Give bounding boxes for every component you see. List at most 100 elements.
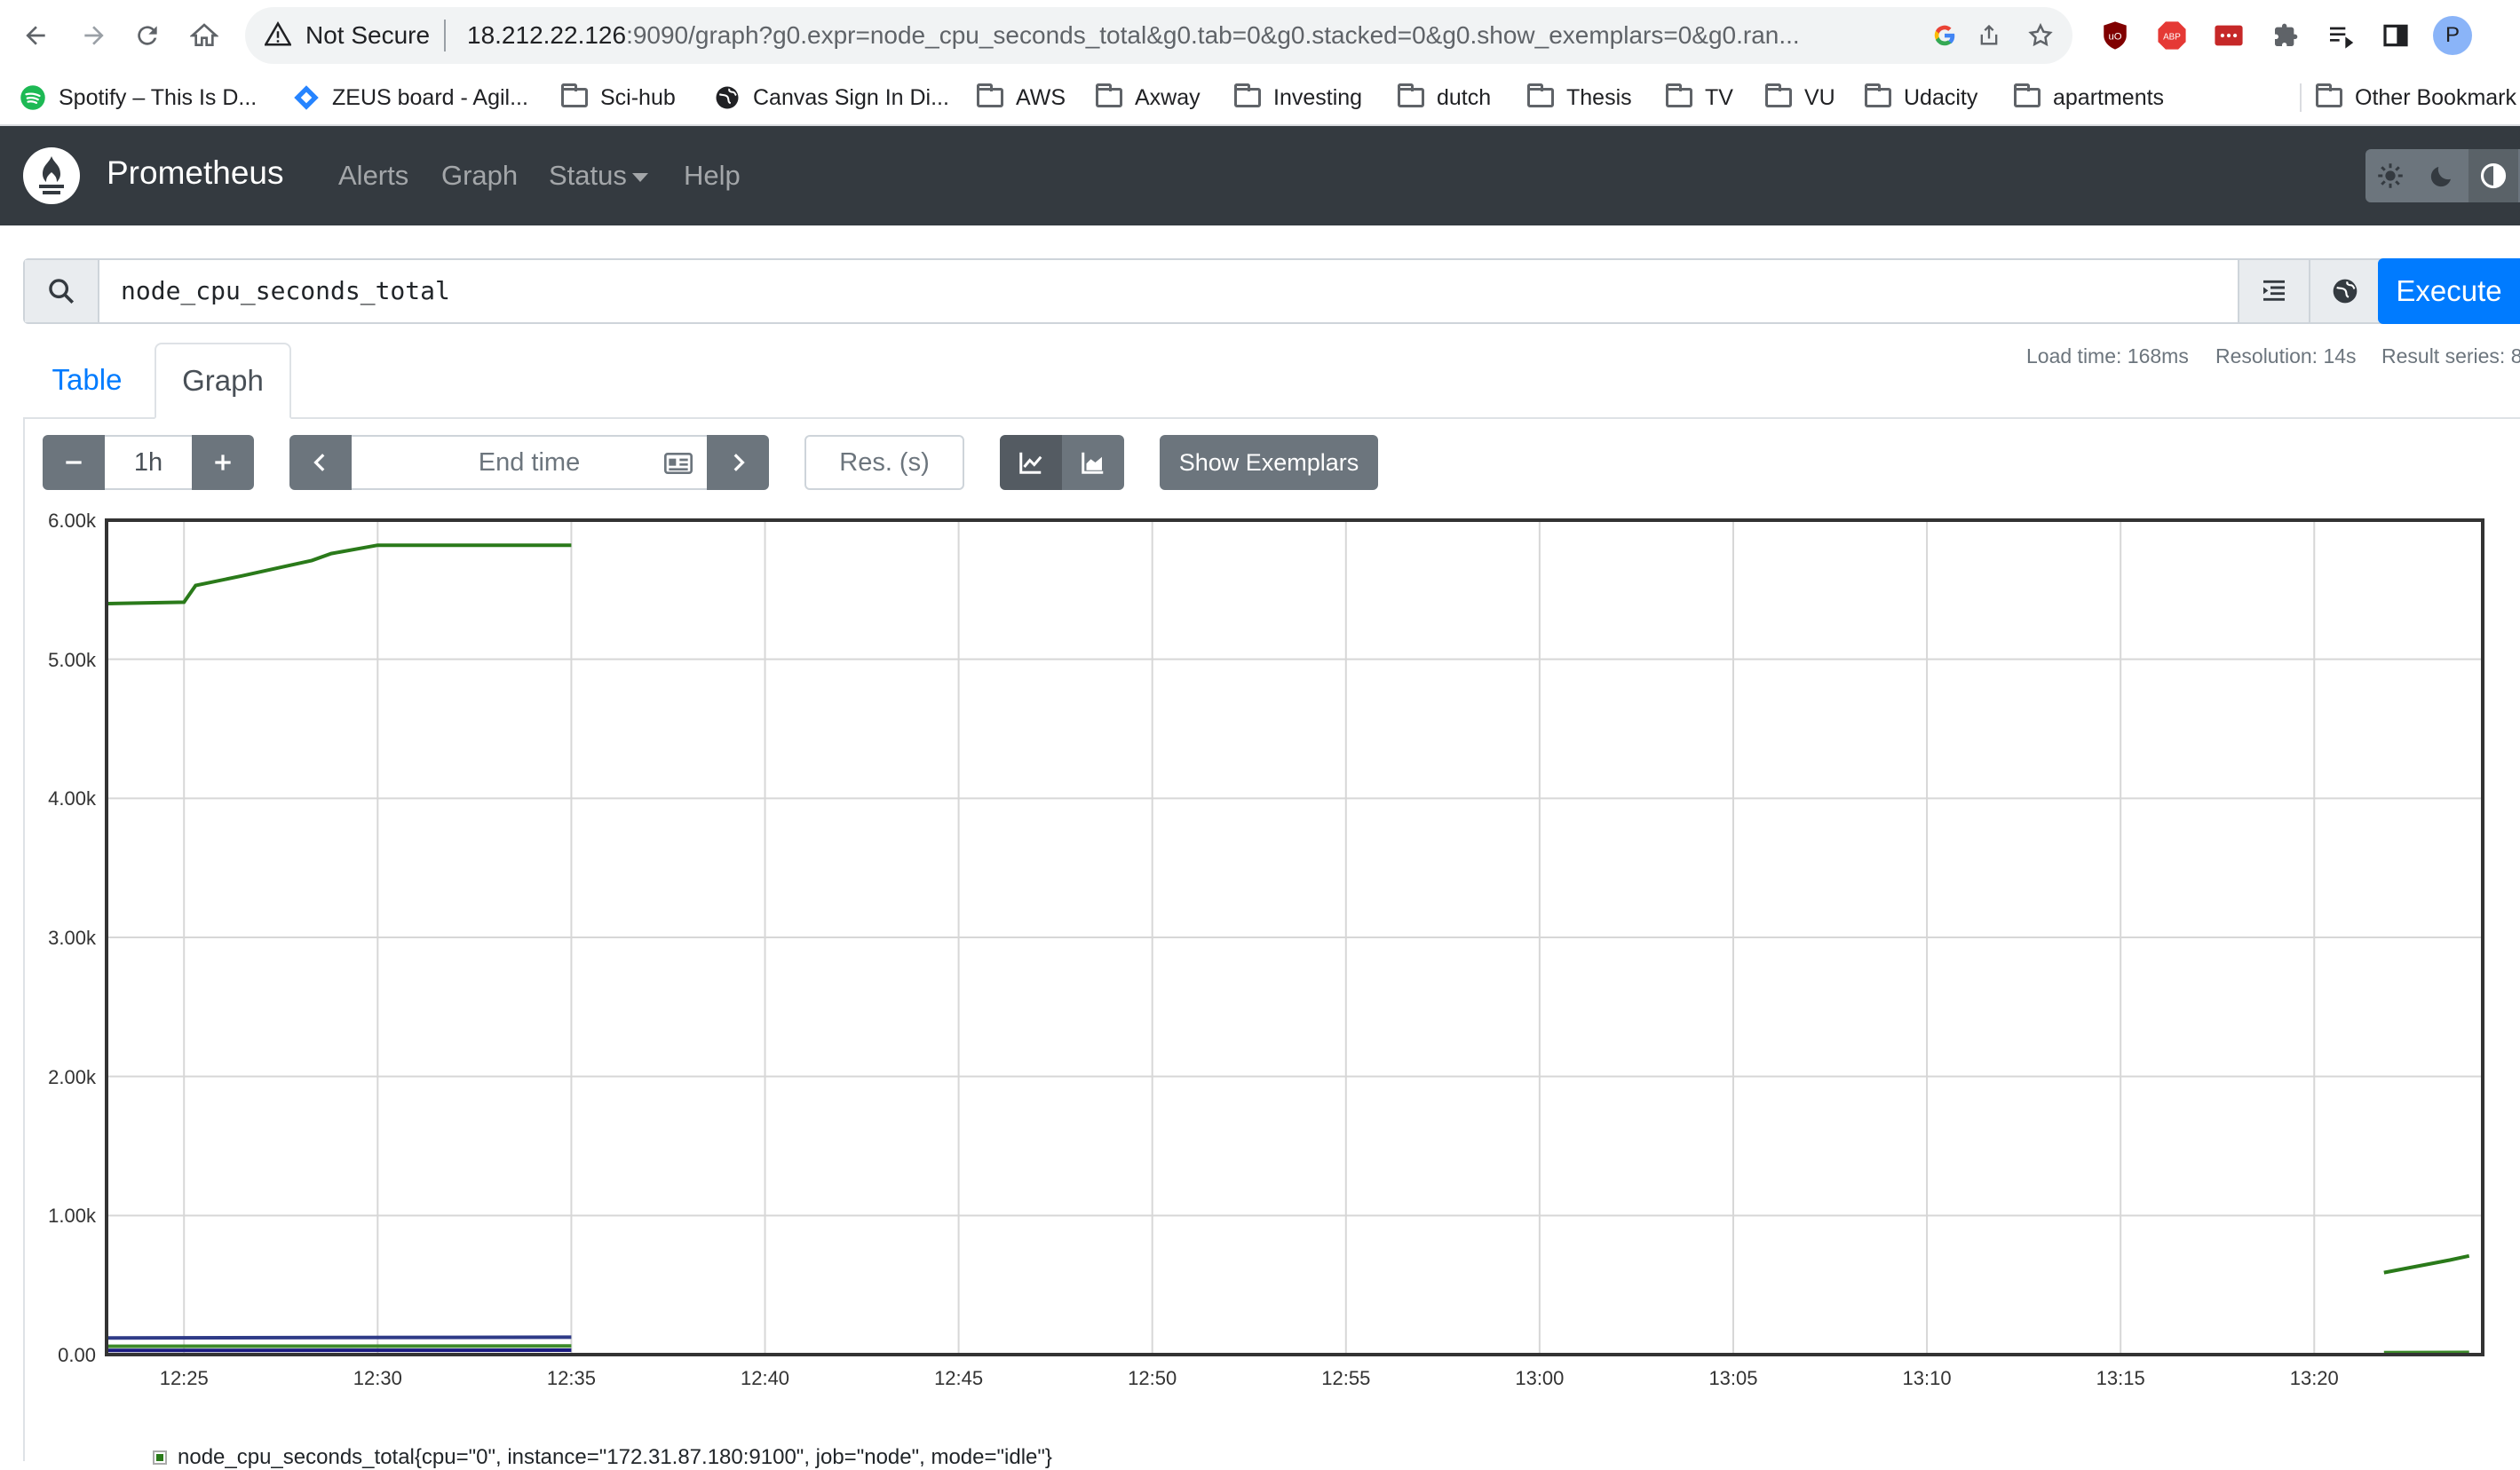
decrease-range-button[interactable] — [43, 435, 105, 490]
folder-icon — [1398, 88, 1424, 107]
back-button[interactable] — [11, 11, 60, 60]
end-time-placeholder: End time — [479, 448, 580, 478]
jira-icon — [293, 84, 320, 111]
graph-panel — [23, 417, 2520, 1461]
reload-button[interactable] — [123, 11, 172, 60]
bookmark-item[interactable]: Thesis — [1527, 78, 1632, 117]
end-time-input[interactable]: End time — [352, 435, 707, 490]
bookmark-item[interactable]: ZEUS board - Agil... — [293, 78, 528, 117]
bookmarks-bar: Spotify – This Is D... ZEUS board - Agil… — [0, 71, 2520, 126]
url-text[interactable]: 18.212.22.126:9090/graph?g0.expr=node_cp… — [467, 21, 1923, 50]
dark-theme-button[interactable] — [2417, 149, 2467, 202]
other-bookmarks[interactable]: Other Bookmark — [2316, 78, 2516, 117]
plus-icon — [211, 451, 234, 474]
show-exemplars-button[interactable]: Show Exemplars — [1160, 435, 1378, 490]
nav-help[interactable]: Help — [684, 160, 741, 192]
result-series-stat: Result series: 8 — [2381, 344, 2520, 368]
not-secure-label[interactable]: Not Secure — [305, 21, 430, 50]
bookmark-item[interactable]: Investing — [1234, 78, 1362, 117]
bookmark-item[interactable]: dutch — [1398, 78, 1491, 117]
caret-down-icon — [632, 173, 648, 182]
folder-icon — [1096, 88, 1122, 107]
chart-legend[interactable]: node_cpu_seconds_total{cpu="0", instance… — [153, 1445, 1052, 1470]
bookmark-item[interactable]: apartments — [2014, 78, 2164, 117]
adblock-plus-icon[interactable]: ABP — [2152, 16, 2191, 55]
indent-icon — [2260, 277, 2288, 305]
bookmark-label: TV — [1705, 85, 1733, 111]
address-bar[interactable]: Not Secure 18.212.22.126:9090/graph?g0.e… — [245, 7, 2072, 64]
home-button[interactable] — [179, 11, 229, 60]
forward-arrow-icon — [80, 21, 108, 50]
puzzle-icon[interactable] — [2266, 16, 2305, 55]
range-input[interactable]: 1h — [105, 435, 192, 490]
execute-button[interactable]: Execute — [2378, 258, 2520, 324]
x-tick-label: 12:30 — [342, 1367, 413, 1390]
y-tick-label: 6.00k — [7, 510, 96, 533]
bookmarks-divider — [2300, 83, 2302, 112]
browser-toolbar: Not Secure 18.212.22.126:9090/graph?g0.e… — [0, 0, 2520, 71]
resolution-stat: Resolution: 14s — [2215, 344, 2357, 368]
google-icon[interactable] — [1927, 18, 1962, 53]
auto-theme-button[interactable] — [2468, 149, 2518, 202]
area-chart-icon — [1080, 449, 1106, 476]
moon-icon — [2429, 162, 2455, 189]
x-tick-label: 12:55 — [1311, 1367, 1382, 1390]
end-time-forward-button[interactable] — [707, 435, 769, 490]
light-theme-button[interactable] — [2365, 149, 2415, 202]
bookmark-item[interactable]: Axway — [1096, 78, 1201, 117]
resolution-input[interactable]: Res. (s) — [804, 435, 964, 490]
globe-icon — [2331, 277, 2359, 305]
legend-swatch — [153, 1450, 167, 1465]
bookmark-item[interactable]: VU — [1765, 78, 1835, 117]
globe-icon — [714, 84, 741, 111]
minus-icon — [62, 451, 85, 474]
bookmark-label: Canvas Sign In Di... — [753, 85, 949, 111]
bookmark-star-icon[interactable] — [2023, 18, 2058, 53]
brand-title[interactable]: Prometheus — [107, 154, 284, 192]
stacked-graph-button[interactable] — [1062, 435, 1124, 490]
bookmark-item[interactable]: Spotify – This Is D... — [20, 78, 257, 117]
extension-red-icon[interactable] — [2209, 16, 2248, 55]
metrics-explorer-button[interactable] — [2309, 260, 2380, 322]
side-panel-icon[interactable] — [2376, 16, 2415, 55]
bookmark-item[interactable]: TV — [1666, 78, 1733, 117]
url-path: :9090/graph?g0.expr=node_cpu_seconds_tot… — [626, 21, 1800, 49]
prometheus-logo-icon[interactable] — [23, 147, 80, 204]
end-time-back-button[interactable] — [289, 435, 352, 490]
y-tick-label: 5.00k — [7, 649, 96, 672]
separator — [444, 20, 446, 51]
bookmark-label: VU — [1804, 85, 1835, 111]
increase-range-button[interactable] — [192, 435, 254, 490]
expression-input[interactable]: node_cpu_seconds_total — [121, 276, 450, 305]
bookmark-item[interactable]: Canvas Sign In Di... — [714, 78, 949, 117]
unstacked-graph-button[interactable] — [1000, 435, 1062, 490]
bookmark-item[interactable]: Sci-hub — [561, 78, 676, 117]
format-expression-button[interactable] — [2238, 260, 2309, 322]
x-tick-label: 13:15 — [2085, 1367, 2156, 1390]
reload-icon — [133, 21, 162, 50]
back-arrow-icon — [21, 21, 50, 50]
profile-avatar[interactable]: P — [2433, 16, 2472, 55]
theme-toggle-group — [2365, 149, 2520, 202]
expression-bar: node_cpu_seconds_total — [23, 258, 2520, 324]
bookmark-item[interactable]: AWS — [977, 78, 1066, 117]
share-icon[interactable] — [1971, 18, 2007, 53]
bookmark-label: dutch — [1437, 85, 1491, 111]
folder-icon — [1666, 88, 1692, 107]
nav-status-label: Status — [549, 160, 627, 191]
forward-button[interactable] — [69, 11, 119, 60]
url-host: 18.212.22.126 — [467, 21, 626, 49]
bookmark-item[interactable]: Udacity — [1865, 78, 1977, 117]
y-tick-label: 2.00k — [7, 1066, 96, 1089]
x-tick-label: 12:25 — [148, 1367, 219, 1390]
ublock-icon[interactable]: uO — [2096, 16, 2135, 55]
tab-graph[interactable]: Graph — [155, 343, 291, 419]
nav-status[interactable]: Status — [549, 160, 648, 192]
chevron-right-icon — [726, 451, 749, 474]
nav-alerts[interactable]: Alerts — [338, 160, 408, 192]
reading-list-icon[interactable] — [2321, 16, 2360, 55]
bookmark-label: Investing — [1273, 85, 1362, 111]
warning-icon — [265, 21, 291, 52]
tab-table[interactable]: Table — [23, 343, 151, 417]
nav-graph[interactable]: Graph — [441, 160, 518, 192]
